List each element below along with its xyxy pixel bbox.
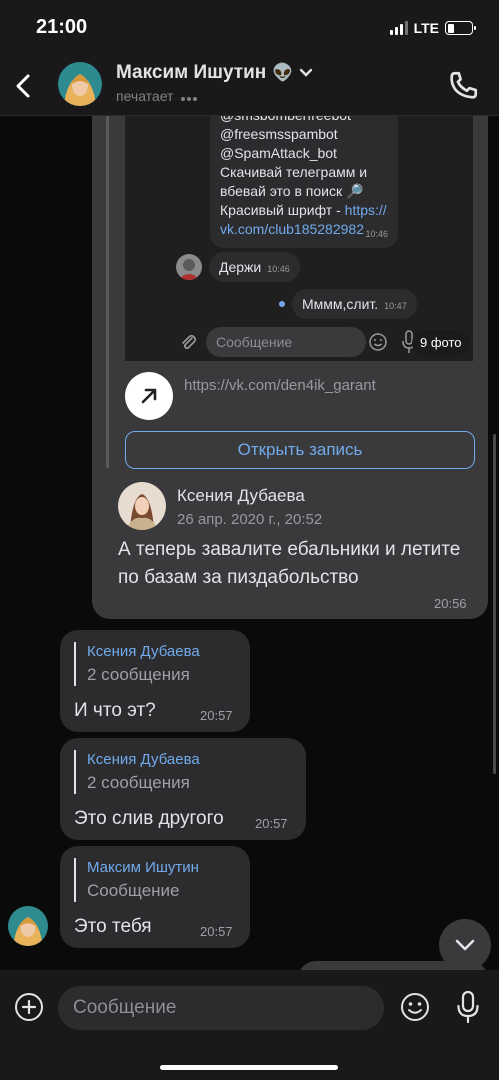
sender-avatar[interactable]	[8, 906, 48, 946]
screenshot-line: @smsbomberfreebot	[220, 116, 388, 125]
home-indicator[interactable]	[160, 1065, 338, 1070]
message-list[interactable]: @smsbomberfreebot @freesmsspambot @SpamA…	[0, 116, 499, 970]
screenshot-reply: Держи 10:46	[209, 252, 300, 282]
screenshot-line: vk.com/club185282982	[220, 220, 388, 239]
contact-name: Максим Ишутин	[116, 62, 267, 83]
message-bubble[interactable]: Ксения Дубаева 2 сообщения И что эт? 20:…	[60, 630, 250, 732]
screenshot-avatar	[176, 254, 202, 280]
chevron-down-icon	[300, 68, 313, 77]
chat-header: Максим Ишутин 👽 печатает	[0, 58, 499, 116]
reply-text: 2 сообщения	[87, 773, 190, 792]
message-text: Это слив другого	[74, 808, 224, 829]
message-time: 20:57	[200, 708, 233, 723]
reply-author: Ксения Дубаева	[87, 643, 200, 660]
call-button[interactable]	[445, 68, 481, 104]
network-label: LTE	[413, 20, 439, 36]
reply-quote[interactable]: Ксения Дубаева 2 сообщения	[74, 642, 200, 686]
reply-author: Ксения Дубаева	[87, 751, 200, 768]
message-composer: Сообщение	[0, 970, 499, 1080]
unread-dot	[279, 301, 285, 307]
photo-count-badge: 9 фото	[412, 330, 470, 356]
arrow-up-right-icon	[141, 388, 157, 404]
battery-level	[447, 23, 455, 33]
status-bar: 21:00 LTE	[0, 0, 499, 58]
post-author-name[interactable]: Ксения Дубаева	[177, 486, 305, 506]
screenshot-reply-text: Держи	[219, 259, 262, 275]
microphone-icon	[457, 990, 479, 1024]
screenshot-input-field: Сообщение	[206, 327, 366, 357]
post-author-avatar[interactable]	[118, 482, 166, 530]
screenshot-reply-time: 10:46	[267, 264, 290, 274]
message-input[interactable]: Сообщение	[58, 986, 384, 1030]
attach-button[interactable]	[14, 992, 44, 1022]
avatar-image	[58, 62, 102, 106]
message-time: 20:57	[200, 924, 233, 939]
plus-icon	[15, 993, 43, 1021]
screenshot-link: vk.com/club185282982	[220, 221, 364, 237]
emoji-button[interactable]	[400, 992, 430, 1022]
signal-icon	[389, 21, 408, 35]
message-text: И что эт?	[74, 700, 156, 721]
screenshot-line: Скачивай телеграмм и	[220, 164, 368, 180]
reply-quote[interactable]: Максим Ишутин Сообщение	[74, 858, 199, 902]
screenshot-own-time: 10:47	[384, 301, 407, 311]
battery-icon	[445, 21, 476, 35]
paperclip-icon	[182, 334, 197, 350]
screenshot-line: @SpamAttack_bot	[220, 145, 337, 161]
link-button[interactable]	[125, 372, 173, 420]
chevron-down-icon	[455, 939, 475, 951]
status-indicators: LTE	[389, 20, 476, 36]
post-text: А теперь завалите ебальники и летите по …	[118, 539, 461, 588]
screenshot-input-bar: Сообщение 9 фото	[170, 324, 470, 360]
reply-quote[interactable]: Ксения Дубаева 2 сообщения	[74, 750, 200, 794]
typing-dots-icon	[181, 88, 199, 104]
phone-icon	[450, 71, 478, 99]
screenshot-time: 10:46	[365, 229, 388, 239]
scroll-down-button[interactable]	[439, 919, 491, 970]
screenshot-text: Красивый шрифт -	[220, 202, 345, 218]
screenshot-line: Красивый шрифт - https://	[220, 201, 388, 220]
back-icon	[16, 74, 30, 98]
alien-emoji: 👽	[272, 63, 294, 82]
status-time: 21:00	[36, 16, 88, 38]
link-url[interactable]: https://vk.com/den4ik_garant	[184, 377, 376, 394]
message-time: 20:57	[255, 816, 288, 831]
emoji-icon	[369, 333, 387, 351]
screenshot-own-message: Мммм,слит. 10:47	[292, 289, 417, 319]
post-date: 26 апр. 2020 г., 20:52	[177, 511, 323, 528]
message-bubble[interactable]: Ксения Дубаева 2 сообщения Это слив друг…	[60, 738, 306, 840]
typing-label: печатает	[116, 88, 174, 104]
back-button[interactable]	[8, 66, 44, 106]
emoji-icon	[401, 993, 429, 1021]
open-post-button[interactable]: Открыть запись	[125, 431, 475, 469]
typing-status: печатает	[116, 88, 199, 104]
reply-text: 2 сообщения	[87, 665, 190, 684]
voice-message-button[interactable]	[456, 990, 480, 1024]
contact-name-row[interactable]: Максим Ишутин 👽	[116, 62, 313, 84]
message-time: 20:56	[434, 596, 467, 611]
contact-avatar[interactable]	[58, 62, 102, 106]
message-bubble[interactable]: Максим Ишутин Сообщение Это тебя 20:57	[60, 846, 250, 948]
screenshot-line: @freesmsspambot	[220, 126, 338, 142]
repost-indicator-line	[106, 116, 109, 468]
reply-text: Сообщение	[87, 881, 180, 900]
reply-author: Максим Ишутин	[87, 859, 199, 876]
screenshot-message: @smsbomberfreebot @freesmsspambot @SpamA…	[210, 116, 398, 248]
screenshot-line: вбевай это в поиск 🔎	[220, 183, 364, 199]
screenshot-link: https://	[344, 202, 387, 218]
scrollbar[interactable]	[493, 434, 496, 774]
message-text: Это тебя	[74, 916, 152, 937]
screenshot-own-text: Мммм,слит.	[302, 296, 379, 312]
